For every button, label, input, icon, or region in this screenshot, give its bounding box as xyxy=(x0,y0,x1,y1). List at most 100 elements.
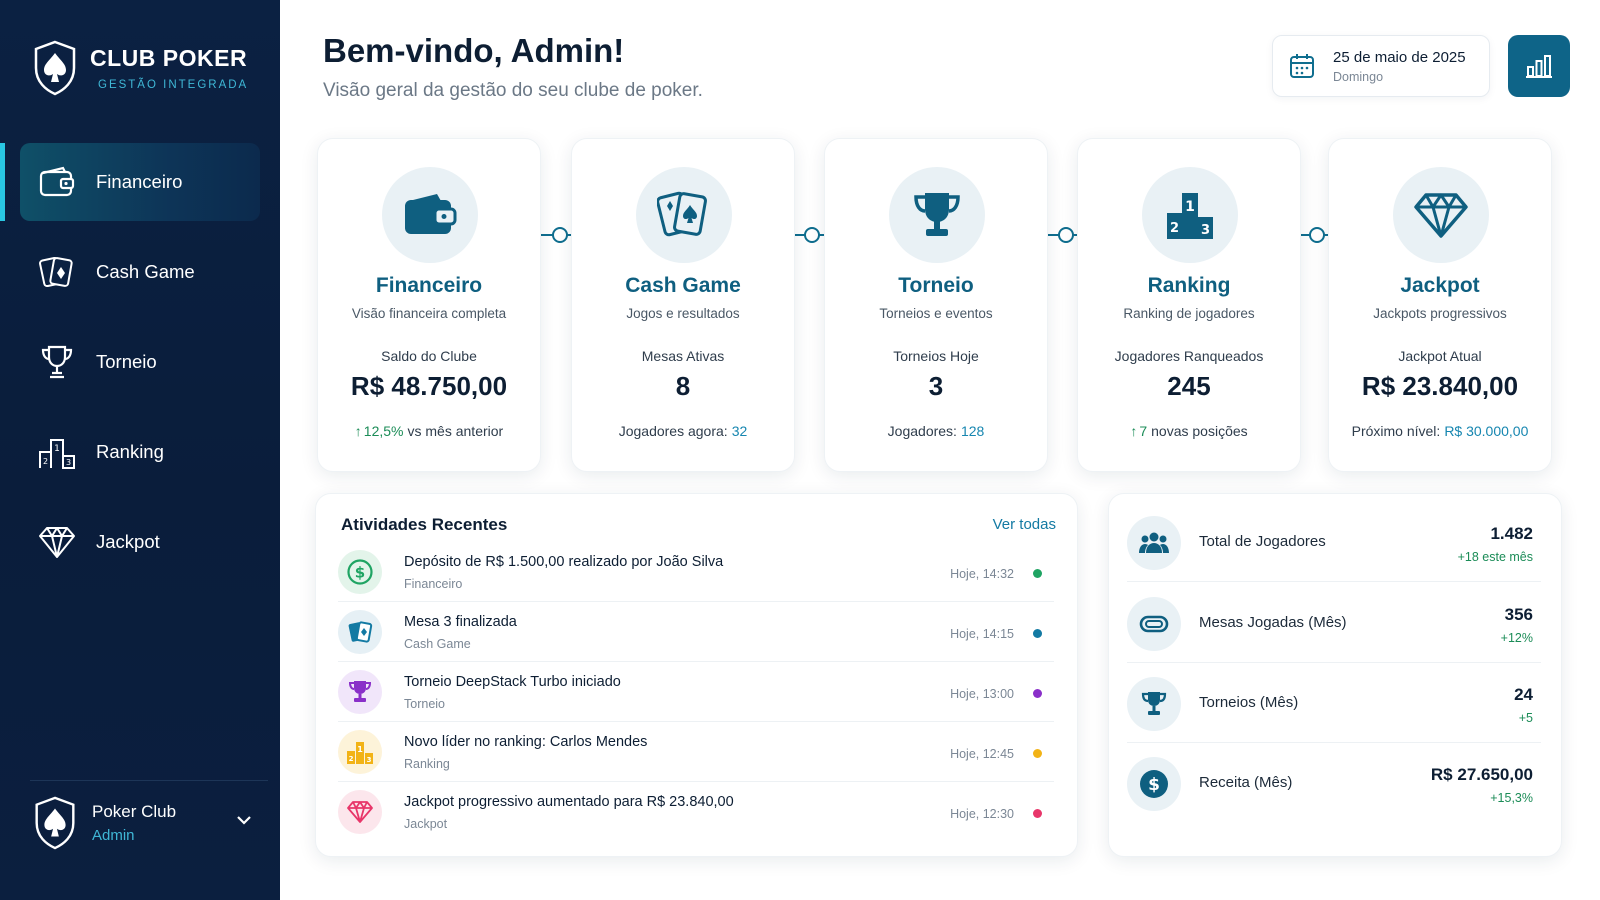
trophy-icon xyxy=(1127,677,1181,731)
cards-icon xyxy=(338,610,382,654)
activity-category: Jackpot xyxy=(404,817,448,831)
module-icon-circle xyxy=(382,167,478,263)
stat-delta: +12% xyxy=(1500,631,1533,645)
module-title: Cash Game xyxy=(625,274,741,297)
sidebar-item-label: Ranking xyxy=(96,441,164,462)
status-dot xyxy=(1033,629,1042,638)
module-title: Financeiro xyxy=(375,274,483,297)
sidebar-item-financeiro[interactable]: Financeiro xyxy=(0,143,260,221)
module-footer-text: Próximo nível: xyxy=(1351,423,1441,439)
stat-row-revenue: $ Receita (Mês) R$ 27.650,00 +15,3% xyxy=(1127,743,1541,823)
dollar-icon: $ xyxy=(338,550,382,594)
activity-text: Mesa 3 finalizada xyxy=(404,614,517,630)
sidebar-item-label: Torneio xyxy=(96,351,157,372)
podium-icon: 12 3 xyxy=(38,433,76,471)
activity-row[interactable]: 12 3 Novo líder no ranking: Carlos Mendes… xyxy=(338,722,1054,782)
trophy-icon xyxy=(914,193,960,236)
activity-row[interactable]: Jackpot progressivo aumentado para R$ 23… xyxy=(338,782,1054,842)
sidebar-item-jackpot[interactable]: Jackpot xyxy=(0,503,280,581)
bar-chart-icon xyxy=(1526,55,1552,78)
trophy-icon xyxy=(38,343,76,381)
svg-text:2: 2 xyxy=(1170,221,1179,236)
dollar-icon: $ xyxy=(1127,757,1181,811)
module-connector-node xyxy=(1309,227,1325,243)
chevron-down-icon[interactable] xyxy=(236,814,252,826)
svg-text:3: 3 xyxy=(367,756,372,764)
module-card-financeiro[interactable]: Financeiro Visão financeira completa Sal… xyxy=(317,138,541,472)
current-date: 25 de maio de 2025 xyxy=(1333,48,1466,66)
module-description: Ranking de jogadores xyxy=(1123,306,1255,321)
stat-label: Torneios (Mês) xyxy=(1199,694,1299,711)
stat-row-tables-played: Mesas Jogadas (Mês) 356 +12% xyxy=(1127,583,1541,663)
activity-row[interactable]: Mesa 3 finalizada Cash Game Hoje, 14:15 xyxy=(338,602,1054,662)
activity-category: Cash Game xyxy=(404,637,471,651)
see-all-link[interactable]: Ver todas xyxy=(993,516,1056,533)
module-card-jackpot[interactable]: Jackpot Jackpots progressivos Jackpot At… xyxy=(1328,138,1552,472)
stat-label: Receita (Mês) xyxy=(1199,774,1293,791)
module-card-torneio[interactable]: Torneio Torneios e eventos Torneios Hoje… xyxy=(824,138,1048,472)
svg-text:$: $ xyxy=(355,564,365,582)
svg-text:$: $ xyxy=(1148,775,1160,795)
module-footer: Próximo nível: R$ 30.000,00 xyxy=(1329,423,1551,439)
users-icon xyxy=(1127,516,1181,570)
sidebar-item-ranking[interactable]: 12 3 Ranking xyxy=(0,413,280,491)
module-metric-label: Jackpot Atual xyxy=(1398,348,1482,364)
stat-label: Total de Jogadores xyxy=(1199,533,1326,550)
module-footer-text: Jogadores: xyxy=(887,423,957,439)
trophy-icon xyxy=(338,670,382,714)
module-icon-circle xyxy=(1393,167,1489,263)
module-metric-value: R$ 48.750,00 xyxy=(350,371,508,401)
module-description: Torneios e eventos xyxy=(879,306,993,321)
svg-text:3: 3 xyxy=(66,458,71,467)
reports-button[interactable] xyxy=(1508,35,1570,97)
module-metric-value: 8 xyxy=(675,371,691,401)
module-footer: Jogadores: 128 xyxy=(825,423,1047,439)
status-dot xyxy=(1033,689,1042,698)
activity-time: Hoje, 12:45 xyxy=(950,747,1014,761)
module-card-cash-game[interactable]: Cash Game Jogos e resultados Mesas Ativa… xyxy=(571,138,795,472)
activity-text: Jackpot progressivo aumentado para R$ 23… xyxy=(404,794,734,810)
profile-menu[interactable]: Poker Club Admin xyxy=(32,796,252,850)
sidebar: CLUB POKER GESTÃO INTEGRADA Financeiro C… xyxy=(0,0,280,900)
wallet-icon xyxy=(38,163,76,201)
stat-delta: +5 xyxy=(1518,711,1533,725)
svg-text:3: 3 xyxy=(1201,223,1210,238)
wallet-icon xyxy=(405,194,457,234)
diamond-icon xyxy=(1414,193,1468,238)
brand-subtitle: GESTÃO INTEGRADA xyxy=(98,79,249,91)
sidebar-item-cash-game[interactable]: Cash Game xyxy=(0,233,280,311)
module-footer: ↑ 7 novas posições xyxy=(1078,423,1300,439)
activity-category: Torneio xyxy=(404,697,445,711)
module-footer-text: novas posições xyxy=(1151,423,1248,439)
sidebar-item-torneio[interactable]: Torneio xyxy=(0,323,280,401)
module-metric-label: Mesas Ativas xyxy=(641,348,725,364)
date-display[interactable]: 25 de maio de 2025 Domingo xyxy=(1272,35,1490,97)
module-icon-circle xyxy=(889,167,985,263)
activity-time: Hoje, 14:15 xyxy=(950,627,1014,641)
module-footer-text: vs mês anterior xyxy=(407,423,504,439)
activity-row[interactable]: Torneio DeepStack Turbo iniciado Torneio… xyxy=(338,662,1054,722)
arrow-up-icon: ↑ xyxy=(1130,423,1138,439)
cards-icon xyxy=(38,253,76,291)
svg-text:1: 1 xyxy=(357,745,363,754)
status-dot xyxy=(1033,809,1042,818)
activity-text: Depósito de R$ 1.500,00 realizado por Jo… xyxy=(404,554,724,570)
module-metric-value: 245 xyxy=(1167,371,1211,401)
diamond-icon xyxy=(38,523,76,561)
module-title: Ranking xyxy=(1147,274,1231,297)
module-connector-node xyxy=(552,227,568,243)
module-footer-value: R$ 30.000,00 xyxy=(1444,423,1529,439)
module-card-ranking[interactable]: 12 3 Ranking Ranking de jogadores Jogador… xyxy=(1077,138,1301,472)
cards-icon xyxy=(657,191,707,237)
module-footer-value: 128 xyxy=(960,423,985,439)
stat-value: 24 xyxy=(1514,685,1533,704)
sidebar-divider xyxy=(30,780,268,781)
module-footer: Jogadores agora: 32 xyxy=(572,423,794,439)
module-footer-value: 7 xyxy=(1139,423,1148,439)
page-title: Bem-vindo, Admin! xyxy=(323,32,625,69)
module-icon-circle: 12 3 xyxy=(1142,167,1238,263)
activity-time: Hoje, 14:32 xyxy=(950,567,1014,581)
summary-stats-panel: Total de Jogadores 1.482 +18 este mês Me… xyxy=(1108,493,1562,857)
activity-row[interactable]: $ Depósito de R$ 1.500,00 realizado por … xyxy=(338,542,1054,602)
brand[interactable]: CLUB POKER GESTÃO INTEGRADA xyxy=(32,40,248,96)
